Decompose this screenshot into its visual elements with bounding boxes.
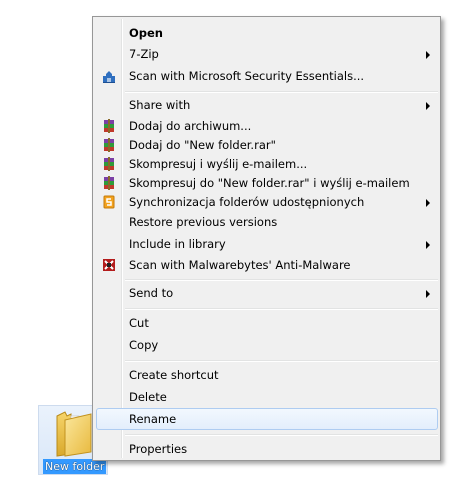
menu-separator — [125, 279, 438, 281]
menu-item-include-in-library[interactable]: Include in library — [95, 233, 438, 255]
menu-item-label: Create shortcut — [129, 368, 219, 382]
menu-item-send-to[interactable]: Send to — [95, 282, 438, 304]
submenu-arrow-icon — [426, 102, 430, 110]
menu-item-cut[interactable]: Cut — [95, 312, 438, 334]
menu-item-synchronizacja[interactable]: Synchronizacja folderów udostępnionych — [95, 191, 438, 213]
submenu-arrow-icon — [426, 51, 430, 59]
menu-item-copy[interactable]: Copy — [95, 334, 438, 356]
menu-item-label: Copy — [129, 338, 159, 352]
menu-item-label: Send to — [129, 286, 174, 300]
menu-item-delete[interactable]: Delete — [95, 386, 438, 408]
menu-item-label: Scan with Malwarebytes' Anti-Malware — [129, 258, 351, 272]
menu-item-label: Scan with Microsoft Security Essentials.… — [129, 69, 365, 83]
menu-item-scan-malwarebytes[interactable]: Scan with Malwarebytes' Anti-Malware — [95, 254, 438, 276]
folder-icon — [56, 411, 92, 457]
menu-item-restore-previous-versions[interactable]: Restore previous versions — [95, 211, 438, 233]
menu-separator — [125, 91, 438, 93]
menu-item-label: Restore previous versions — [129, 215, 278, 229]
desktop: New folder Open 7-Zip Scan with Microsof… — [0, 0, 452, 487]
context-menu: Open 7-Zip Scan with Microsoft Security … — [92, 16, 441, 461]
winrar-icon — [104, 157, 114, 171]
winrar-icon — [104, 176, 114, 190]
menu-item-label: Open — [129, 26, 163, 40]
menu-item-properties[interactable]: Properties — [95, 438, 438, 460]
submenu-arrow-icon — [426, 241, 430, 249]
submenu-arrow-icon — [426, 290, 430, 298]
menu-item-create-shortcut[interactable]: Create shortcut — [95, 364, 438, 386]
winrar-icon — [104, 138, 114, 152]
menu-item-label: Synchronizacja folderów udostępnionych — [129, 195, 365, 209]
submenu-arrow-icon — [426, 199, 430, 207]
security-essentials-icon — [103, 71, 115, 83]
malwarebytes-icon — [103, 259, 115, 271]
menu-item-label: Share with — [129, 98, 191, 112]
menu-item-label: Include in library — [129, 237, 226, 251]
menu-item-label: Cut — [129, 316, 149, 330]
menu-item-label: Properties — [129, 442, 188, 456]
menu-item-scan-security-essentials[interactable]: Scan with Microsoft Security Essentials.… — [95, 65, 438, 87]
menu-item-rename[interactable]: Rename — [95, 408, 438, 430]
folder-label[interactable]: New folder — [43, 459, 107, 474]
menu-item-label: Delete — [129, 390, 167, 404]
menu-separator — [125, 360, 438, 362]
menu-separator — [125, 308, 438, 310]
menu-item-open[interactable]: Open — [95, 22, 438, 44]
sync-icon — [103, 195, 115, 209]
menu-separator — [125, 434, 438, 436]
menu-item-label: 7-Zip — [129, 47, 159, 61]
menu-item-7zip[interactable]: 7-Zip — [95, 43, 438, 65]
menu-item-label: Rename — [129, 412, 177, 426]
menu-item-share-with[interactable]: Share with — [95, 94, 438, 116]
winrar-icon — [104, 119, 114, 133]
